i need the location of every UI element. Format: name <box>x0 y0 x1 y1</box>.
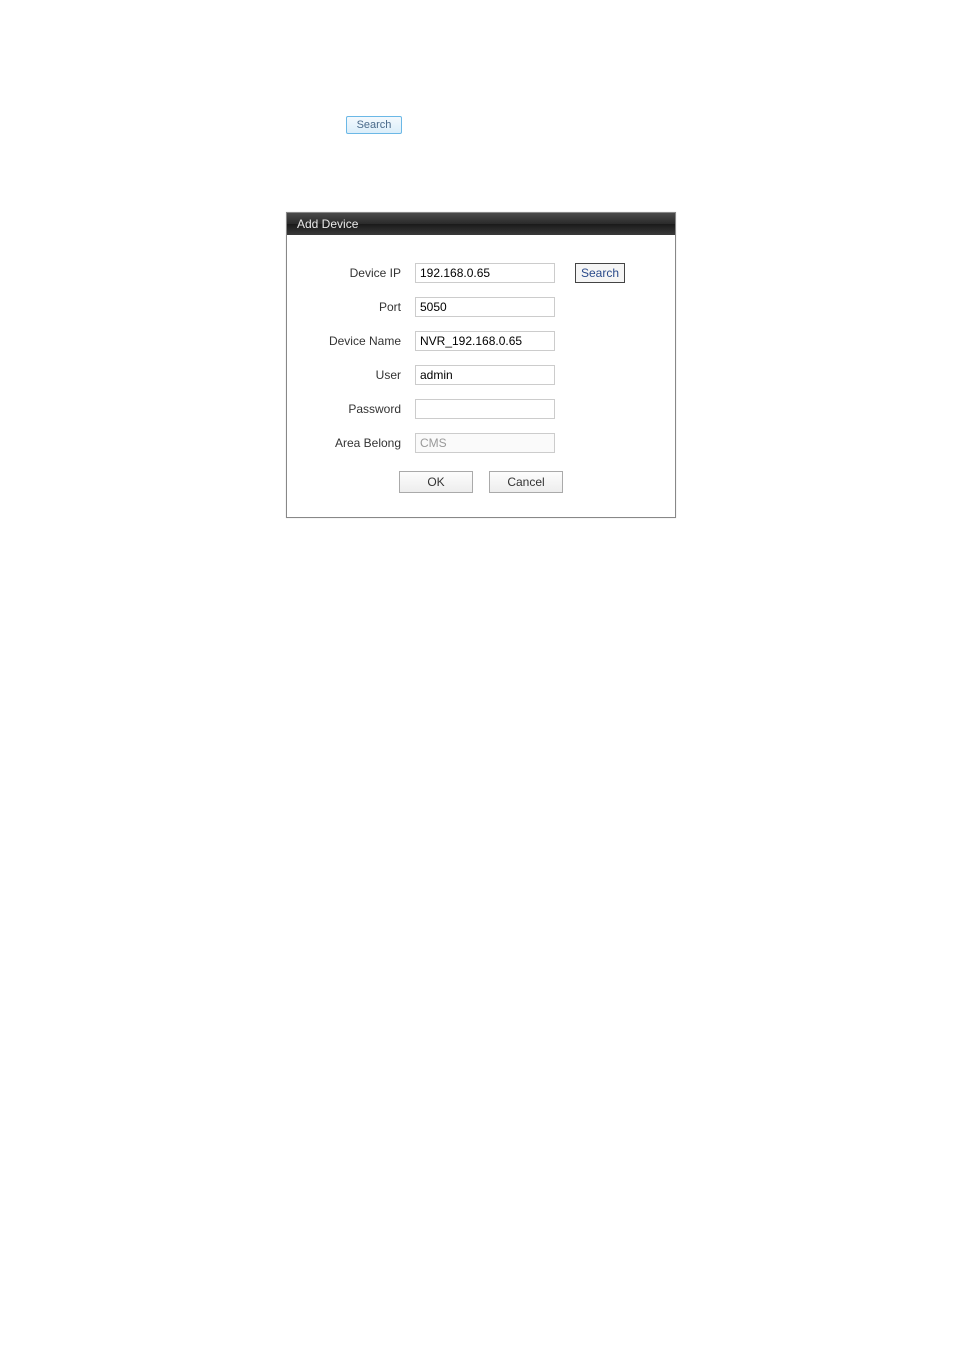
row-user: User <box>305 365 657 385</box>
input-user[interactable] <box>415 365 555 385</box>
row-password: Password <box>305 399 657 419</box>
label-port: Port <box>305 300 415 314</box>
row-device-name: Device Name <box>305 331 657 351</box>
dialog-titlebar: Add Device <box>287 213 675 235</box>
input-port[interactable] <box>415 297 555 317</box>
search-button[interactable]: Search <box>575 263 625 283</box>
add-device-dialog: Add Device Device IP Search Port Device … <box>286 212 676 518</box>
input-device-name[interactable] <box>415 331 555 351</box>
dialog-button-row: OK Cancel <box>305 471 657 493</box>
dialog-body: Device IP Search Port Device Name User P… <box>287 235 675 517</box>
label-device-name: Device Name <box>305 334 415 348</box>
ok-button[interactable]: OK <box>399 471 473 493</box>
label-device-ip: Device IP <box>305 266 415 280</box>
row-area-belong: Area Belong <box>305 433 657 453</box>
input-area-belong[interactable] <box>415 433 555 453</box>
input-device-ip[interactable] <box>415 263 555 283</box>
top-search-button[interactable]: Search <box>346 116 402 134</box>
dialog-title: Add Device <box>297 217 358 231</box>
input-password[interactable] <box>415 399 555 419</box>
label-area-belong: Area Belong <box>305 436 415 450</box>
row-port: Port <box>305 297 657 317</box>
row-device-ip: Device IP Search <box>305 263 657 283</box>
cancel-button[interactable]: Cancel <box>489 471 563 493</box>
label-user: User <box>305 368 415 382</box>
label-password: Password <box>305 402 415 416</box>
